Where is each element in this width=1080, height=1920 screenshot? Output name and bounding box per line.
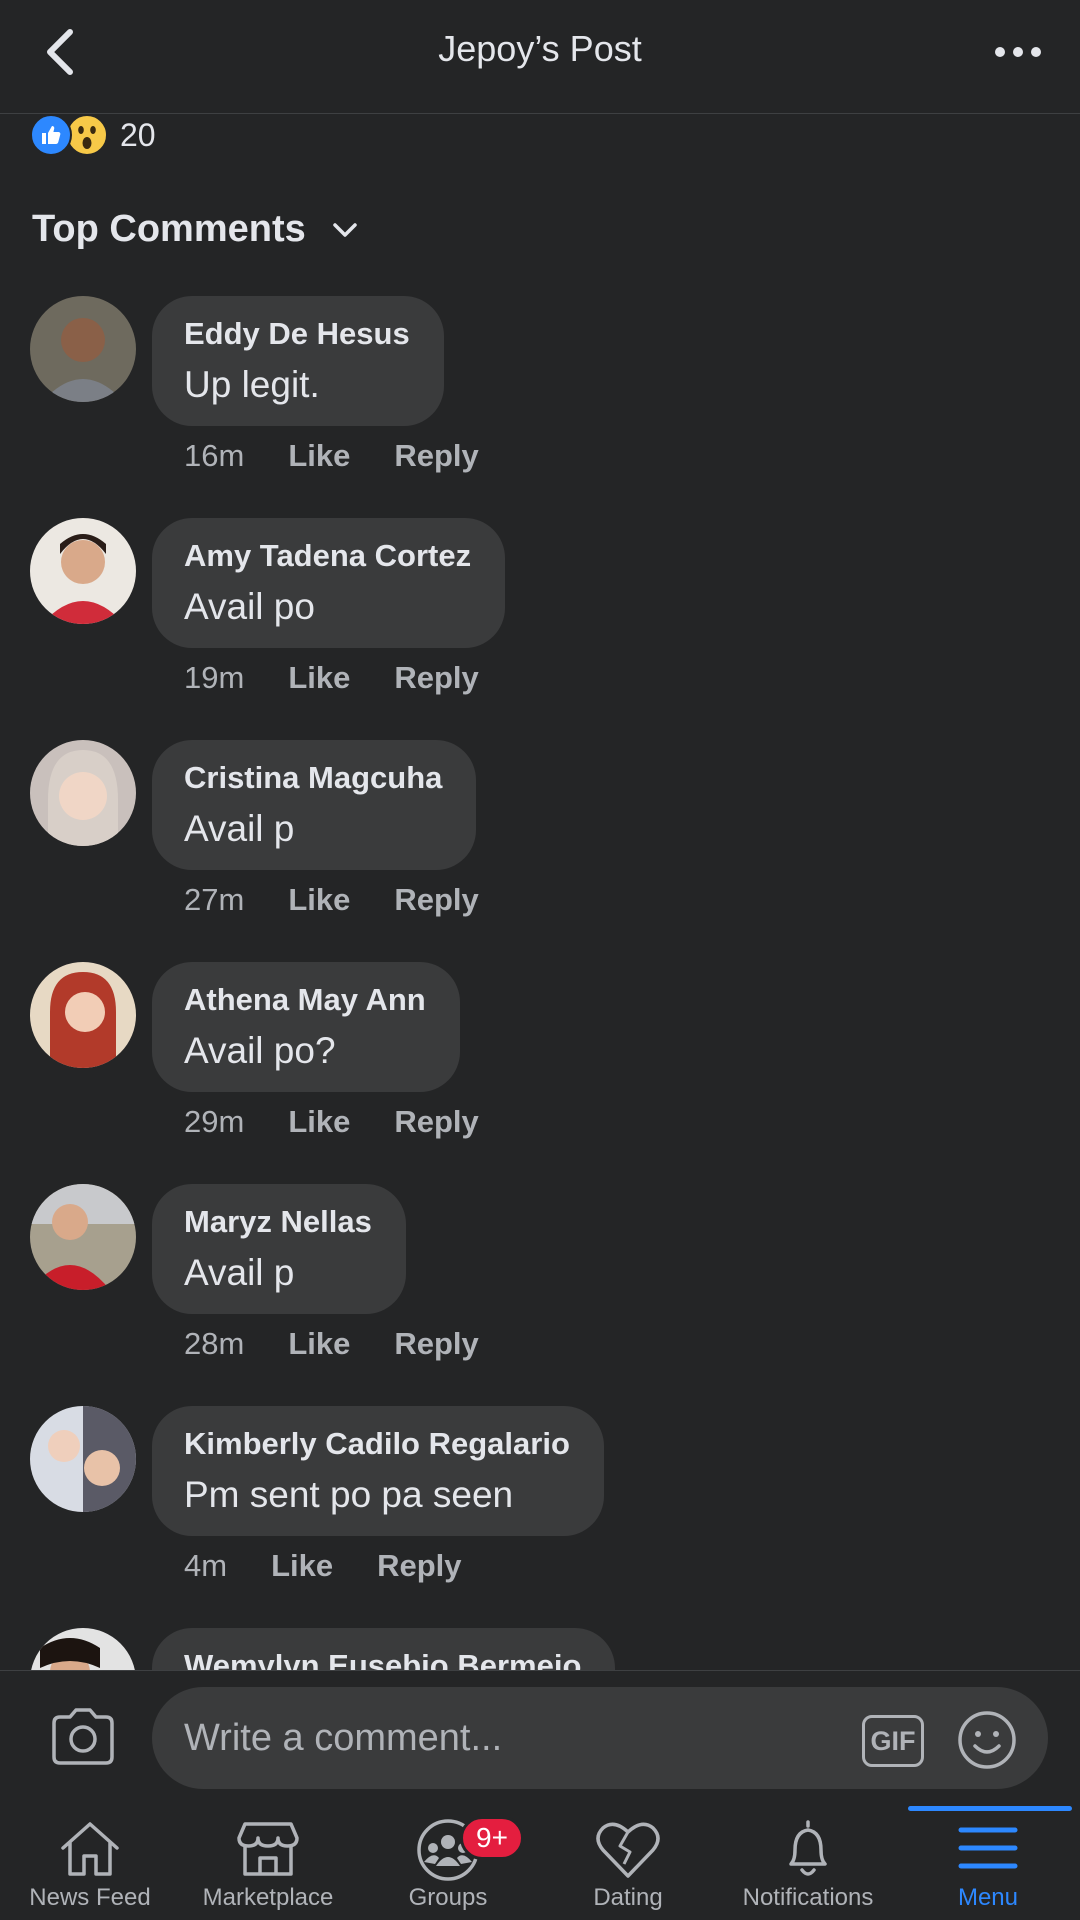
comment-time: 4m	[184, 1548, 228, 1583]
page-title: Jepoy’s Post	[438, 28, 642, 69]
comment-bubble[interactable]: Cristina Magcuha Avail p	[152, 740, 477, 870]
comment-text: Avail p	[184, 808, 295, 849]
bottom-tab-bar: News Feed Marketplace 9+ Groups Dating N…	[0, 1806, 1080, 1920]
comments-list: Eddy De Hesus Up legit. 16m Like Reply A…	[0, 296, 1080, 1670]
comment-author[interactable]: Amy Tadena Cortez	[184, 538, 471, 574]
tab-notifications[interactable]: Notifications	[718, 1806, 898, 1920]
comment-author[interactable]: Kimberly Cadilo Regalario	[184, 1426, 570, 1462]
comment-meta: 29m Like Reply	[184, 1104, 479, 1140]
reactions-summary[interactable]: 20	[30, 114, 156, 156]
comment-time: 28m	[184, 1326, 245, 1361]
menu-icon	[958, 1827, 1018, 1869]
comment-author[interactable]: Athena May Ann	[184, 982, 426, 1018]
comment-item: Wemylyn Eusebio Bermejo	[0, 1628, 1080, 1670]
comment-bubble[interactable]: Kimberly Cadilo Regalario Pm sent po pa …	[152, 1406, 604, 1536]
comment-item: Maryz Nellas Avail p 28m Like Reply	[0, 1184, 1080, 1406]
comment-author[interactable]: Cristina Magcuha	[184, 760, 442, 796]
comment-bubble[interactable]: Eddy De Hesus Up legit.	[152, 296, 444, 426]
like-button[interactable]: Like	[271, 1548, 333, 1584]
reply-button[interactable]: Reply	[394, 1326, 478, 1362]
tab-dating[interactable]: Dating	[538, 1806, 718, 1920]
camera-icon	[52, 1708, 114, 1765]
comment-item: Athena May Ann Avail po? 29m Like Reply	[0, 962, 1080, 1184]
comment-item: Amy Tadena Cortez Avail po 19m Like Repl…	[0, 518, 1080, 740]
reply-button[interactable]: Reply	[394, 438, 478, 474]
comment-sort-dropdown[interactable]: Top Comments	[32, 208, 358, 251]
tab-label: Marketplace	[202, 1884, 334, 1911]
reply-button[interactable]: Reply	[394, 660, 478, 696]
tab-label: Menu	[957, 1884, 1019, 1911]
smiley-icon	[958, 1711, 1016, 1769]
comment-text: Avail po?	[184, 1030, 336, 1071]
comment-text: Pm sent po pa seen	[184, 1474, 514, 1515]
gif-button[interactable]: GIF	[862, 1715, 924, 1767]
like-button[interactable]: Like	[288, 1104, 350, 1140]
comment-text: Up legit.	[184, 364, 320, 405]
comment-text: Avail po	[184, 586, 315, 627]
comment-meta: 28m Like Reply	[184, 1326, 479, 1362]
chevron-down-icon	[333, 222, 357, 237]
comment-item: Kimberly Cadilo Regalario Pm sent po pa …	[0, 1406, 1080, 1628]
comment-text: Avail p	[184, 1252, 295, 1293]
bell-icon	[789, 1820, 827, 1876]
tab-label: Dating	[593, 1884, 663, 1911]
emoji-button[interactable]	[956, 1709, 1018, 1771]
reply-button[interactable]: Reply	[394, 1104, 478, 1140]
reply-button[interactable]: Reply	[377, 1548, 461, 1584]
tab-label: Notifications	[742, 1884, 874, 1911]
comment-time: 16m	[184, 438, 245, 473]
comment-meta: 16m Like Reply	[184, 438, 479, 474]
more-options-button[interactable]	[992, 30, 1044, 74]
heart-icon	[596, 1822, 660, 1878]
comment-bubble[interactable]: Amy Tadena Cortez Avail po	[152, 518, 506, 648]
marketplace-icon	[237, 1822, 299, 1876]
like-button[interactable]: Like	[288, 1326, 350, 1362]
tab-marketplace[interactable]: Marketplace	[178, 1806, 358, 1920]
comment-composer: GIF	[0, 1670, 1080, 1806]
comment-item: Eddy De Hesus Up legit. 16m Like Reply	[0, 296, 1080, 518]
comment-time: 27m	[184, 882, 245, 917]
avatar[interactable]	[30, 962, 136, 1068]
tab-news-feed[interactable]: News Feed	[0, 1806, 180, 1920]
comment-sort-label: Top Comments	[32, 208, 306, 250]
reaction-count: 20	[120, 116, 156, 153]
comment-meta: 4m Like Reply	[184, 1548, 462, 1584]
avatar[interactable]	[30, 1184, 136, 1290]
more-dots-icon	[995, 47, 1041, 57]
top-bar: Jepoy’s Post	[0, 0, 1080, 114]
comment-author[interactable]: Wemylyn Eusebio Bermejo	[184, 1648, 581, 1670]
avatar[interactable]	[30, 740, 136, 846]
camera-button[interactable]	[50, 1707, 116, 1767]
like-button[interactable]: Like	[288, 438, 350, 474]
avatar[interactable]	[30, 296, 136, 402]
comment-time: 19m	[184, 660, 245, 695]
avatar[interactable]	[30, 518, 136, 624]
tab-label: News Feed	[29, 1884, 151, 1911]
like-reaction-icon	[30, 114, 72, 156]
like-button[interactable]: Like	[288, 882, 350, 918]
comment-time: 29m	[184, 1104, 245, 1139]
comment-meta: 19m Like Reply	[184, 660, 479, 696]
comment-author[interactable]: Eddy De Hesus	[184, 316, 410, 352]
tab-menu[interactable]: Menu	[898, 1806, 1078, 1920]
avatar[interactable]	[30, 1628, 136, 1670]
wow-reaction-icon	[66, 114, 108, 156]
comment-item: Cristina Magcuha Avail p 27m Like Reply	[0, 740, 1080, 962]
like-button[interactable]: Like	[288, 660, 350, 696]
tab-label: Groups	[408, 1884, 488, 1911]
reply-button[interactable]: Reply	[394, 882, 478, 918]
tab-groups[interactable]: 9+ Groups	[358, 1806, 538, 1920]
notification-badge: 9+	[460, 1816, 524, 1860]
comment-meta: 27m Like Reply	[184, 882, 479, 918]
avatar[interactable]	[30, 1406, 136, 1512]
comment-bubble[interactable]: Maryz Nellas Avail p	[152, 1184, 406, 1314]
home-icon	[61, 1822, 119, 1876]
comment-bubble[interactable]: Athena May Ann Avail po?	[152, 962, 460, 1092]
comment-bubble[interactable]: Wemylyn Eusebio Bermejo	[152, 1628, 616, 1670]
comment-author[interactable]: Maryz Nellas	[184, 1204, 372, 1240]
